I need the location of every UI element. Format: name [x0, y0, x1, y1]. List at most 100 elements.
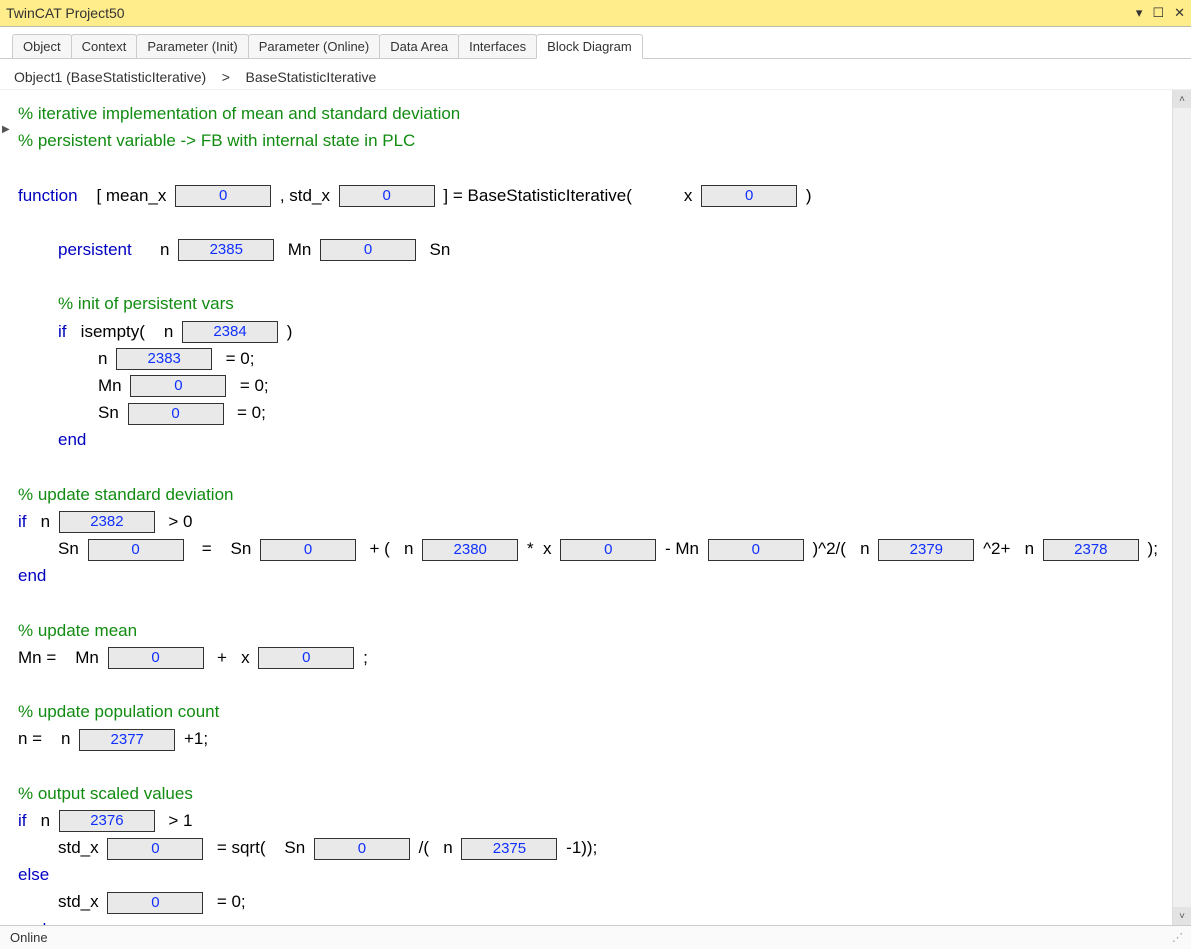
- value-sn-rhs: 0: [260, 539, 356, 561]
- code-text: ): [287, 322, 293, 341]
- code-text: Mn: [98, 376, 122, 395]
- breadcrumb: Object1 (BaseStatisticIterative) > BaseS…: [0, 59, 1191, 90]
- value-n-out-div: 2375: [461, 838, 557, 860]
- tab-context[interactable]: Context: [71, 34, 138, 58]
- code-text: n: [443, 838, 452, 857]
- titlebar: TwinCAT Project50 ▾ ☐ ✕: [0, 0, 1191, 27]
- code-text: +: [217, 648, 227, 667]
- resize-grip-icon[interactable]: ⋰: [1172, 931, 1181, 944]
- value-sn-lhs: 0: [88, 539, 184, 561]
- code-text: +1;: [184, 729, 208, 748]
- code-text: Sn: [430, 240, 451, 259]
- code-text: n =: [18, 729, 42, 748]
- value-n-popcount: 2377: [79, 729, 175, 751]
- code-text: n: [404, 539, 413, 558]
- code-text: =: [202, 539, 212, 558]
- code-text: = 0;: [237, 403, 266, 422]
- code-text: /(: [419, 838, 429, 857]
- comment-line: % output scaled values: [18, 780, 1160, 807]
- statusbar: Online ⋰: [0, 925, 1191, 949]
- code-editor[interactable]: % iterative implementation of mean and s…: [0, 90, 1172, 925]
- breadcrumb-item-2[interactable]: BaseStatisticIterative: [246, 69, 377, 85]
- code-text: n: [41, 512, 50, 531]
- keyword-if: if: [58, 322, 67, 341]
- value-std-x-else: 0: [107, 892, 203, 914]
- value-x-mn: 0: [258, 647, 354, 669]
- keyword-end: end: [18, 562, 1160, 589]
- comment-line: % iterative implementation of mean and s…: [18, 100, 1160, 127]
- comment-line: % persistent variable -> FB with interna…: [18, 127, 1160, 154]
- maximize-icon[interactable]: ☐: [1152, 5, 1164, 21]
- value-x-sn: 0: [560, 539, 656, 561]
- value-n-isempty: 2384: [182, 321, 278, 343]
- code-text: );: [1148, 539, 1158, 558]
- scroll-down-icon[interactable]: ˅: [1173, 907, 1191, 925]
- code-text: = 0;: [226, 349, 255, 368]
- value-n-denom1: 2379: [878, 539, 974, 561]
- code-text: Mn: [288, 240, 312, 259]
- comment-line: % update standard deviation: [18, 481, 1160, 508]
- code-text: ;: [363, 648, 368, 667]
- code-text: -1));: [566, 838, 597, 857]
- code-text: ^2+: [983, 539, 1010, 558]
- dropdown-icon[interactable]: ▾: [1136, 5, 1143, 21]
- keyword-if: if: [18, 512, 27, 531]
- comment-line: % update population count: [18, 698, 1160, 725]
- code-text: = 0;: [217, 892, 246, 911]
- value-mean-x: 0: [175, 185, 271, 207]
- window-title: TwinCAT Project50: [6, 5, 1136, 21]
- code-text: Sn: [284, 838, 305, 857]
- comment-line: % update mean: [18, 617, 1160, 644]
- value-x: 0: [701, 185, 797, 207]
- tab-object[interactable]: Object: [12, 34, 72, 58]
- breadcrumb-sep: >: [222, 69, 230, 85]
- value-std-x-out: 0: [107, 838, 203, 860]
- code-text: *: [527, 539, 534, 558]
- value-mn-init: 0: [130, 375, 226, 397]
- window-controls: ▾ ☐ ✕: [1136, 5, 1185, 21]
- code-text: Sn: [231, 539, 252, 558]
- value-sn-sqrt: 0: [314, 838, 410, 860]
- tab-interfaces[interactable]: Interfaces: [458, 34, 537, 58]
- code-text: = 0;: [240, 376, 269, 395]
- code-text: isempty(: [81, 322, 145, 341]
- keyword-function: function: [18, 186, 78, 205]
- code-text: n: [164, 322, 173, 341]
- code-text: std_x: [58, 892, 99, 911]
- code-text: ] = BaseStatisticIterative(: [443, 186, 632, 205]
- tab-parameter-online[interactable]: Parameter (Online): [248, 34, 381, 58]
- code-text: n: [860, 539, 869, 558]
- code-text: [ mean_x: [96, 186, 166, 205]
- tab-data-area[interactable]: Data Area: [379, 34, 459, 58]
- value-std-x: 0: [339, 185, 435, 207]
- code-text: n: [160, 240, 169, 259]
- code-text: n: [61, 729, 70, 748]
- code-text: ): [806, 186, 812, 205]
- breadcrumb-item-1[interactable]: Object1 (BaseStatisticIterative): [14, 69, 206, 85]
- code-text: + (: [370, 539, 390, 558]
- close-icon[interactable]: ✕: [1174, 5, 1185, 21]
- value-sn-init: 0: [128, 403, 224, 425]
- code-text: n: [98, 349, 107, 368]
- value-n: 2385: [178, 239, 274, 261]
- code-text: )^2/(: [812, 539, 845, 558]
- status-text: Online: [10, 930, 48, 945]
- tab-block-diagram[interactable]: Block Diagram: [536, 34, 643, 59]
- value-n-if-std: 2382: [59, 511, 155, 533]
- tab-parameter-init[interactable]: Parameter (Init): [136, 34, 248, 58]
- code-text: = sqrt(: [217, 838, 266, 857]
- keyword-end: end: [18, 916, 1160, 925]
- scroll-up-icon[interactable]: ˄: [1173, 90, 1191, 108]
- gutter-expand-icon[interactable]: ▶: [2, 124, 10, 135]
- keyword-end: end: [18, 426, 1160, 453]
- code-text: x: [684, 186, 693, 205]
- value-n-init: 2383: [116, 348, 212, 370]
- code-text: - Mn: [665, 539, 699, 558]
- keyword-if: if: [18, 811, 27, 830]
- code-text: Sn: [98, 403, 119, 422]
- code-text: std_x: [58, 838, 99, 857]
- code-text: Mn =: [18, 648, 56, 667]
- value-mn-update: 0: [108, 647, 204, 669]
- code-text: x: [543, 539, 552, 558]
- vertical-scrollbar[interactable]: ˄ ˅: [1172, 90, 1191, 925]
